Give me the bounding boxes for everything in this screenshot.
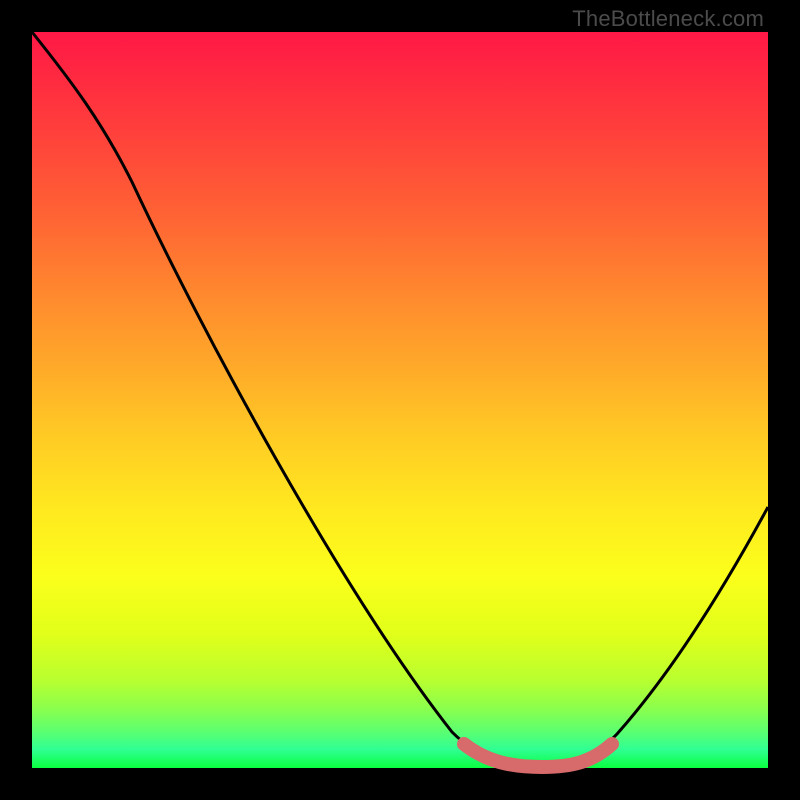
sweet-spot-highlight [464,744,612,767]
chart-frame [32,32,768,768]
watermark-text: TheBottleneck.com [572,6,764,32]
chart-svg [32,32,768,768]
bottleneck-curve [32,32,768,766]
